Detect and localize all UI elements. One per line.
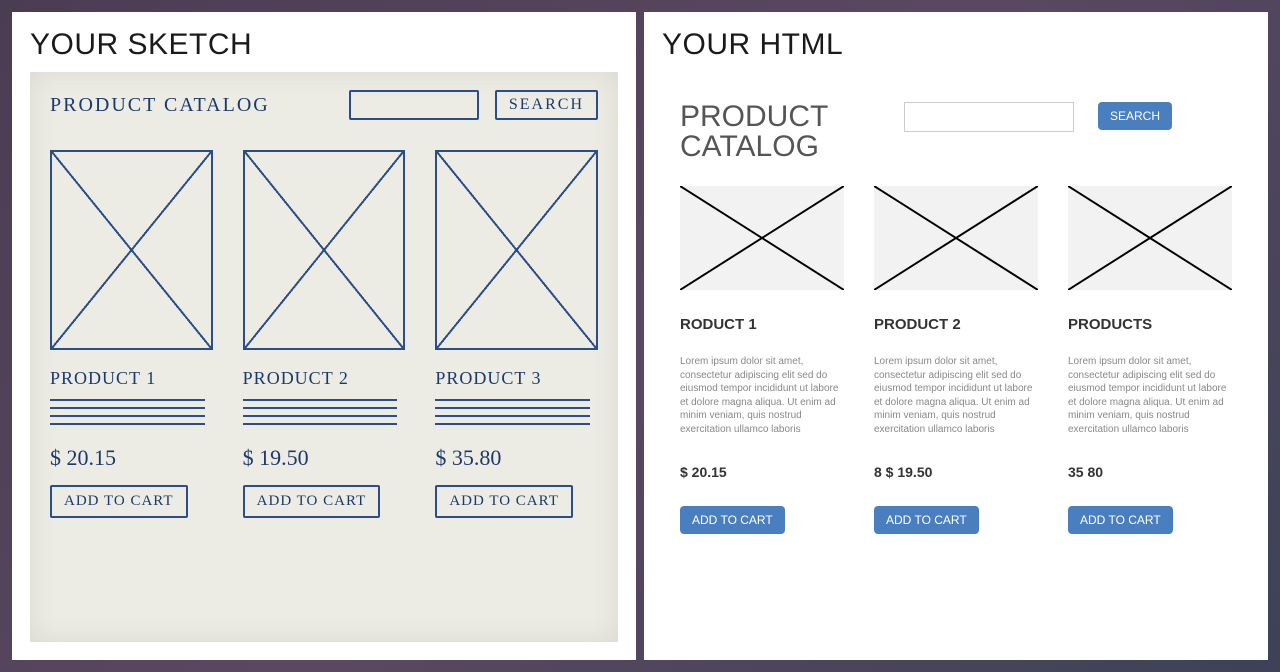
product-description: Lorem ipsum dolor sit amet, consectetur … <box>680 355 844 436</box>
sketch-search-input <box>349 90 479 120</box>
image-placeholder-icon <box>874 186 1038 290</box>
sketch-add-to-cart-button: ADD TO CART <box>435 485 573 518</box>
product-description: Lorem ipsum dolor sit amet, consectetur … <box>874 355 1038 436</box>
add-to-cart-button[interactable]: ADD TO CART <box>1068 506 1173 534</box>
sketch-add-to-cart-button: ADD TO CART <box>50 485 188 518</box>
sketch-product-col: PRODUCT 2 $ 19.50 ADD TO CART <box>243 150 406 518</box>
product-price: $ 20.15 <box>680 464 844 480</box>
sketch-heading: PRODUCT CATALOG <box>50 94 270 117</box>
sketch-product-name: PRODUCT 3 <box>435 368 541 389</box>
sketch-price: $ 35.80 <box>435 445 501 471</box>
product-name: PRODUCTS <box>1068 316 1232 333</box>
sketch-product-name: PRODUCT 2 <box>243 368 349 389</box>
search-button[interactable]: SEARCH <box>1098 102 1172 130</box>
product-price: 8 $ 19.50 <box>874 464 1038 480</box>
search-input[interactable] <box>904 102 1074 132</box>
image-placeholder-icon <box>1068 186 1232 290</box>
sketch-image-placeholder <box>243 150 406 350</box>
product-name: PRODUCT 2 <box>874 316 1038 333</box>
html-panel-title: YOUR HTML <box>662 28 1250 62</box>
sketch-add-to-cart-button: ADD TO CART <box>243 485 381 518</box>
sketch-product-name: PRODUCT 1 <box>50 368 156 389</box>
sketch-panel: YOUR SKETCH PRODUCT CATALOG SEARCH PRODU… <box>12 12 636 660</box>
sketch-image-placeholder <box>435 150 598 350</box>
product-name: RODUCT 1 <box>680 316 844 333</box>
image-placeholder-icon <box>680 186 844 290</box>
sketch-product-col: PRODUCT 3 $ 35.80 ADD TO CART <box>435 150 598 518</box>
add-to-cart-button[interactable]: ADD TO CART <box>874 506 979 534</box>
sketch-desc-lines <box>50 399 213 431</box>
sketch-product-col: PRODUCT 1 $ 20.15 ADD TO CART <box>50 150 213 518</box>
sketch-panel-title: YOUR SKETCH <box>30 28 618 62</box>
product-card: RODUCT 1 Lorem ipsum dolor sit amet, con… <box>680 186 844 534</box>
product-description: Lorem ipsum dolor sit amet, consectetur … <box>1068 355 1232 436</box>
catalog-heading: PRODUCT CATALOG <box>680 102 880 162</box>
sketch-desc-lines <box>435 399 598 431</box>
sketch-price: $ 19.50 <box>243 445 309 471</box>
html-panel: YOUR HTML PRODUCT CATALOG SEARCH RODUCT … <box>644 12 1268 660</box>
product-card: PRODUCTS Lorem ipsum dolor sit amet, con… <box>1068 186 1232 534</box>
add-to-cart-button[interactable]: ADD TO CART <box>680 506 785 534</box>
sketch-photo: PRODUCT CATALOG SEARCH PRODUCT 1 $ 20.15… <box>30 72 618 642</box>
sketch-price: $ 20.15 <box>50 445 116 471</box>
product-card: PRODUCT 2 Lorem ipsum dolor sit amet, co… <box>874 186 1038 534</box>
sketch-desc-lines <box>243 399 406 431</box>
sketch-search-button: SEARCH <box>495 90 598 120</box>
product-price: 35 80 <box>1068 464 1232 480</box>
sketch-image-placeholder <box>50 150 213 350</box>
